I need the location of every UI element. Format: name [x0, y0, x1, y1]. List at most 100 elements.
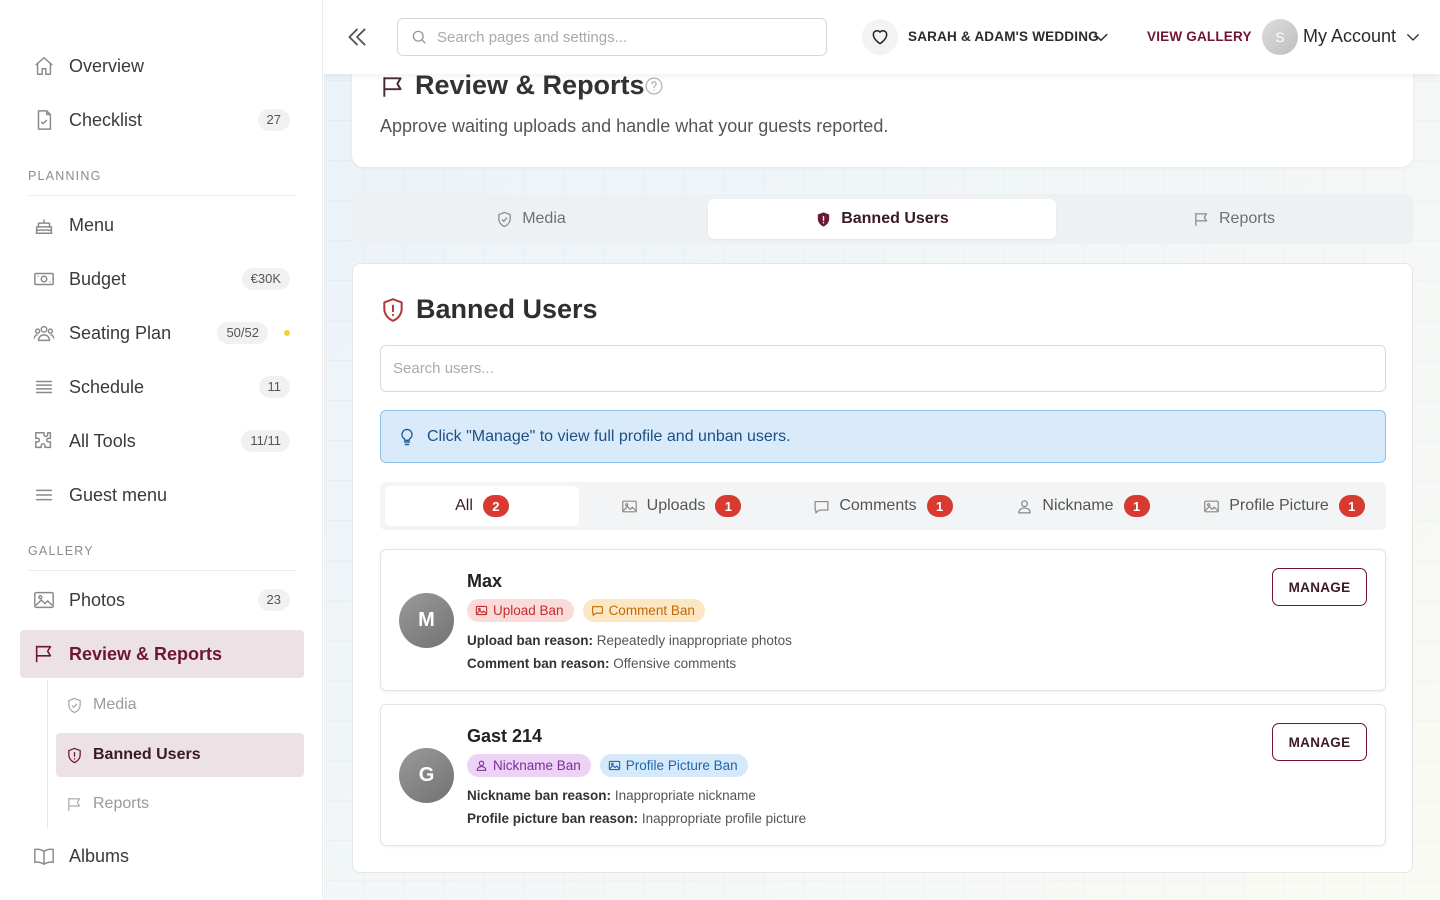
view-gallery-link[interactable]: VIEW GALLERY	[1147, 29, 1252, 44]
comment-icon	[591, 606, 603, 616]
sidebar-subitem-banned-users[interactable]: Banned Users	[56, 733, 304, 777]
double-chevron-left-icon[interactable]	[344, 24, 370, 50]
flag-icon	[68, 797, 81, 811]
chevron-down-icon[interactable]	[1091, 27, 1111, 47]
filter-label: Comments	[839, 497, 917, 514]
comment-icon	[814, 500, 829, 513]
count-badge: 1	[1338, 495, 1365, 517]
count-badge: 50/52	[217, 322, 268, 344]
image-icon	[475, 605, 488, 616]
sidebar-item-overview[interactable]: Overview	[20, 42, 304, 90]
reason-label: Comment ban reason:	[467, 656, 610, 671]
sidebar-subitem-label: Media	[93, 696, 137, 713]
tab-banned-users[interactable]: Banned Users	[708, 199, 1056, 239]
tab-reports[interactable]: Reports	[1060, 199, 1408, 239]
checklist-icon	[37, 110, 52, 130]
sidebar-item-label: Schedule	[69, 376, 145, 397]
reason-label: Profile picture ban reason:	[467, 811, 639, 826]
count-badge: 2	[482, 495, 509, 517]
ban-reason: Nickname ban reason: Inappropriate nickn…	[467, 788, 756, 803]
chevron-down-icon[interactable]	[1404, 28, 1422, 46]
sidebar-subitem-media[interactable]: Media	[56, 683, 304, 727]
reason-text: Offensive comments	[613, 656, 737, 671]
shield-check-icon	[68, 697, 81, 713]
sidebar-subitem-reports[interactable]: Reports	[56, 782, 304, 826]
sidebar-item-photos[interactable]: Photos 23	[20, 576, 304, 624]
status-dot	[284, 330, 290, 336]
count-badge: 27	[257, 109, 290, 131]
sidebar-item-checklist[interactable]: Checklist 27	[20, 96, 304, 144]
section-title-planning: PLANNING	[28, 169, 296, 196]
banned-user-card: M Max Upload Ban Comment Ban Upload ban …	[380, 549, 1386, 691]
list-icon	[35, 380, 53, 394]
ban-reason: Comment ban reason: Offensive comments	[467, 656, 736, 671]
puzzle-icon	[35, 432, 52, 449]
avatar: M	[399, 593, 454, 648]
count-badge: 1	[926, 495, 953, 517]
section-title-gallery: GALLERY	[28, 544, 296, 571]
filter-label: Nickname	[1042, 497, 1114, 514]
review-tabs: Media Banned Users Reports	[352, 194, 1413, 244]
ban-chips: Nickname Ban Profile Picture Ban	[467, 754, 757, 777]
filter-label: Uploads	[646, 497, 706, 514]
ban-chips: Upload Ban Comment Ban	[467, 599, 714, 622]
shield-alert-icon	[818, 211, 830, 227]
filter-label: Profile Picture	[1229, 497, 1329, 514]
shield-alert-icon	[68, 747, 81, 763]
banned-user-card: G Gast 214 Nickname Ban Profile Picture …	[380, 704, 1386, 846]
filter-comments[interactable]: Comments 1	[786, 486, 980, 526]
reason-text: Repeatedly inappropriate photos	[596, 633, 792, 648]
user-search-input[interactable]	[380, 345, 1386, 392]
user-name: Gast 214	[467, 726, 543, 746]
filter-all[interactable]: All 2	[385, 486, 579, 526]
account-menu-label[interactable]: My Account	[1303, 26, 1396, 47]
image-icon	[621, 500, 637, 512]
sidebar-item-label: Photos	[69, 589, 126, 610]
count-badge: 11/11	[241, 430, 290, 452]
filter-uploads[interactable]: Uploads 1	[584, 486, 778, 526]
search-input[interactable]	[437, 28, 817, 46]
manage-button[interactable]: MANAGE	[1272, 723, 1367, 761]
filter-nickname[interactable]: Nickname 1	[986, 486, 1180, 526]
sidebar-item-label: Guest menu	[69, 484, 168, 505]
menu-icon	[35, 489, 53, 501]
avatar[interactable]: S	[1262, 19, 1298, 55]
sidebar-item-seating-plan[interactable]: Seating Plan 50/52	[20, 309, 304, 357]
manage-button[interactable]: MANAGE	[1272, 568, 1367, 606]
sidebar-item-all-tools[interactable]: All Tools 11/11	[20, 417, 304, 465]
count-badge: 11	[258, 376, 290, 398]
filter-profile-picture[interactable]: Profile Picture 1	[1186, 486, 1382, 526]
avatar: G	[399, 748, 454, 803]
flag-icon	[383, 77, 402, 97]
tab-label: Reports	[1218, 210, 1276, 227]
ban-chip-profile-picture: Profile Picture Ban	[599, 754, 748, 777]
sidebar-item-menu[interactable]: Menu	[20, 201, 304, 249]
image-icon	[34, 591, 54, 609]
wedding-switcher-button[interactable]	[862, 19, 898, 55]
sidebar-item-schedule[interactable]: Schedule 11	[20, 363, 304, 411]
help-icon[interactable]	[644, 76, 664, 96]
sidebar-item-guest-menu[interactable]: Guest menu	[20, 471, 304, 519]
wedding-name[interactable]: SARAH & ADAM'S WEDDING	[908, 29, 1099, 44]
banned-users-panel: Banned Users Click "Manage" to view full…	[352, 263, 1413, 873]
info-alert: Click "Manage" to view full profile and …	[380, 410, 1386, 463]
ban-chip-nickname: Nickname Ban	[467, 754, 591, 777]
sidebar-item-label: Menu	[69, 214, 115, 235]
sidebar-item-budget[interactable]: Budget €30K	[20, 255, 304, 303]
count-badge: €30K	[241, 268, 290, 290]
reason-text: Inappropriate nickname	[614, 788, 756, 803]
count-badge: 1	[715, 495, 742, 517]
main-content: SARAH & ADAM'S WEDDING VIEW GALLERY S My…	[324, 0, 1440, 900]
tab-label: Media	[522, 210, 566, 227]
sidebar-item-label: Budget	[69, 268, 127, 289]
chip-label: Comment Ban	[608, 603, 695, 618]
sidebar-item-albums[interactable]: Albums	[20, 832, 304, 880]
global-search[interactable]	[397, 18, 827, 56]
chip-label: Upload Ban	[493, 603, 564, 618]
page-subtitle: Approve waiting uploads and handle what …	[380, 116, 889, 136]
chip-label: Nickname Ban	[493, 758, 581, 773]
book-icon	[34, 848, 54, 865]
sidebar-item-review-reports[interactable]: Review & Reports	[20, 630, 304, 678]
tab-media[interactable]: Media	[357, 199, 705, 239]
sidebar-item-label: Review & Reports	[69, 643, 223, 664]
